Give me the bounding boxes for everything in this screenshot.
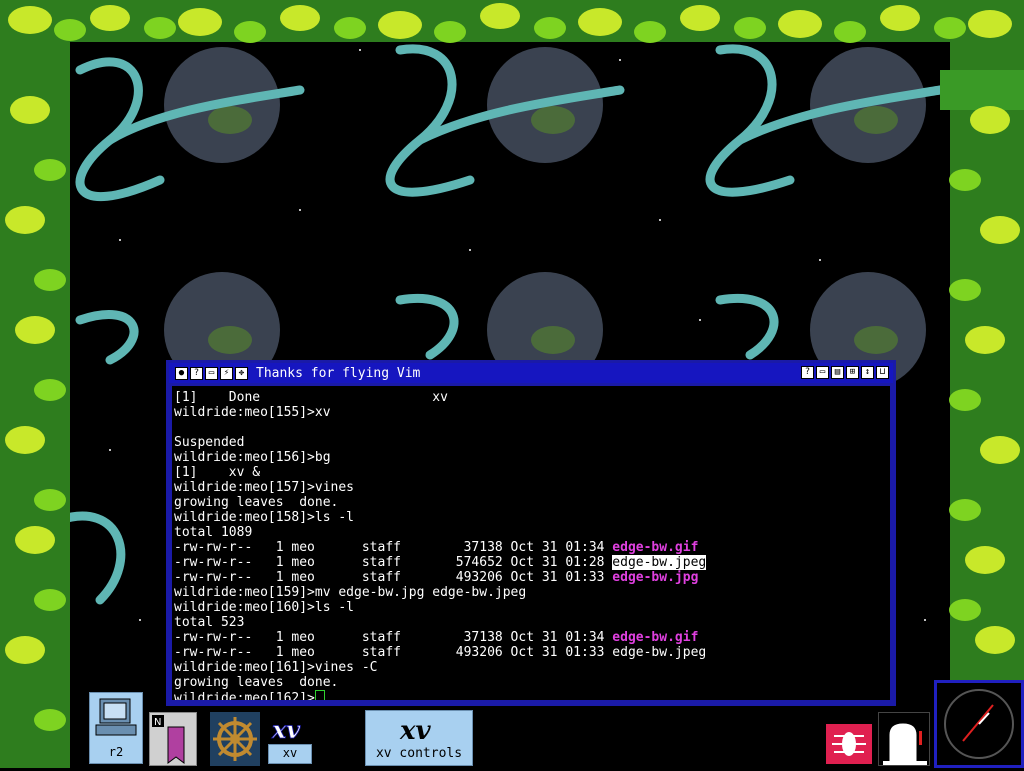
line-text: wildride:meo[155]>xv xyxy=(174,405,331,420)
xv-logo-icon: xv xyxy=(271,715,302,745)
desktop[interactable]: ● ? ▭ ⚡ ✥ Thanks for flying Vim ? ▭ ▤ ⊞ … xyxy=(0,0,1024,768)
xv-icon[interactable]: xv xv xyxy=(266,712,314,766)
computer-icon xyxy=(95,698,137,736)
notes-icon[interactable]: N xyxy=(149,712,197,766)
file-name[interactable]: edge-bw.jpeg xyxy=(612,555,707,570)
titlebar-left-buttons: ● ? ▭ ⚡ ✥ xyxy=(173,366,248,380)
compass-clock-icon[interactable] xyxy=(934,680,1024,768)
terminal-line: -rw-rw-r-- 1 meo staff 37138 Oct 31 01:3… xyxy=(174,630,890,645)
xv-controls-icon[interactable]: xv xv controls xyxy=(365,710,473,766)
bookmark-icon: N xyxy=(152,715,185,764)
terminal-line: -rw-rw-r-- 1 meo staff 574652 Oct 31 01:… xyxy=(174,555,890,570)
terminal-line: wildride:meo[160]>ls -l xyxy=(174,600,890,615)
terminal-line: wildride:meo[156]>bg xyxy=(174,450,890,465)
terminal-line: growing leaves done. xyxy=(174,495,890,510)
xv-controls-label: xv controls xyxy=(375,746,463,761)
terminal-line: wildride:meo[158]>ls -l xyxy=(174,510,890,525)
help-button[interactable]: ? xyxy=(190,366,203,380)
zap-button[interactable]: ⚡ xyxy=(220,366,233,380)
terminal-line: Suspended xyxy=(174,435,890,450)
r2-label: r2 xyxy=(108,745,124,759)
wheel-graphic xyxy=(213,717,257,761)
file-name[interactable]: edge-bw.gif xyxy=(612,540,698,555)
terminal-line: [1] Done xv xyxy=(174,390,890,405)
xv-controls-logo-icon: xv xyxy=(399,716,432,746)
line-text: wildride:meo[158]>ls -l xyxy=(174,510,355,525)
line-text: growing leaves done. xyxy=(174,495,339,510)
file-name[interactable]: edge-bw.jpeg xyxy=(612,645,706,660)
line-text: wildride:meo[159]>mv edge-bw.jpg edge-bw… xyxy=(174,585,527,600)
line-text: total 1089 xyxy=(174,525,253,540)
terminal-line: wildride:meo[161]>vines -C xyxy=(174,660,890,675)
help-right-button[interactable]: ? xyxy=(801,366,814,379)
line-text: wildride:meo[162]> xyxy=(174,691,315,700)
terminal-output[interactable]: [1] Done xv wildride:meo[155]>xv Suspended… xyxy=(172,386,890,700)
terminal-line: growing leaves done. xyxy=(174,675,890,690)
iconify-right-button[interactable]: ▭ xyxy=(816,366,829,379)
bug-icon[interactable] xyxy=(826,724,872,764)
line-text: wildride:meo[161]>vines -C xyxy=(174,660,378,675)
xv-logo-text: xv xyxy=(271,715,301,744)
notes-letter: N xyxy=(154,717,161,728)
terminal-line: wildride:meo[155]>xv xyxy=(174,405,890,420)
line-text: -rw-rw-r-- 1 meo staff 574652 Oct 31 01:… xyxy=(174,555,613,570)
zoom-button[interactable]: ⊞ xyxy=(846,366,859,379)
terminal-window[interactable]: ● ? ▭ ⚡ ✥ Thanks for flying Vim ? ▭ ▤ ⊞ … xyxy=(166,360,896,706)
titlebar-right-buttons: ? ▭ ▤ ⊞ ↕ ⊔ xyxy=(799,366,889,379)
xv-controls-logo-text: xv xyxy=(399,716,432,745)
maximize-button[interactable]: ⊔ xyxy=(876,366,889,379)
line-text: -rw-rw-r-- 1 meo staff 37138 Oct 31 01:3… xyxy=(174,630,613,645)
window-titlebar[interactable]: ● ? ▭ ⚡ ✥ Thanks for flying Vim ? ▭ ▤ ⊞ … xyxy=(169,363,893,383)
terminal-line: total 523 xyxy=(174,615,890,630)
insect-graphic xyxy=(832,732,866,756)
terminal-line: [1] xv & xyxy=(174,465,890,480)
clock-face xyxy=(944,689,1014,759)
xv-label: xv xyxy=(268,744,312,764)
terminal-line: total 1089 xyxy=(174,525,890,540)
terminal-line: wildride:meo[157]>vines xyxy=(174,480,890,495)
mail-graphic xyxy=(883,722,927,765)
line-text: -rw-rw-r-- 1 meo staff 493206 Oct 31 01:… xyxy=(174,645,613,660)
window-title: Thanks for flying Vim xyxy=(256,365,421,381)
line-text: [1] Done xv xyxy=(174,390,448,405)
shade-button[interactable]: ▤ xyxy=(831,366,844,379)
text-cursor xyxy=(314,690,325,700)
line-text: wildride:meo[156]>bg xyxy=(174,450,331,465)
terminal-line: -rw-rw-r-- 1 meo staff 493206 Oct 31 01:… xyxy=(174,570,890,585)
line-text: -rw-rw-r-- 1 meo staff 37138 Oct 31 01:3… xyxy=(174,540,613,555)
line-text: -rw-rw-r-- 1 meo staff 493206 Oct 31 01:… xyxy=(174,570,613,585)
ship-wheel-icon[interactable] xyxy=(210,712,260,766)
file-name[interactable]: edge-bw.gif xyxy=(612,630,698,645)
window-menu-button[interactable]: ● xyxy=(175,366,188,380)
r2-computer-icon[interactable]: r2 xyxy=(89,692,143,764)
terminal-line: -rw-rw-r-- 1 meo staff 493206 Oct 31 01:… xyxy=(174,645,890,660)
line-text: Suspended xyxy=(174,435,245,450)
terminal-line: -rw-rw-r-- 1 meo staff 37138 Oct 31 01:3… xyxy=(174,540,890,555)
file-name[interactable]: edge-bw.jpg xyxy=(612,570,698,585)
iconify-button[interactable]: ▭ xyxy=(205,366,218,380)
raise-button[interactable]: ↕ xyxy=(861,366,874,379)
terminal-line: wildride:meo[159]>mv edge-bw.jpg edge-bw… xyxy=(174,585,890,600)
line-text: [1] xv & xyxy=(174,465,261,480)
terminal-line: wildride:meo[162]> xyxy=(174,690,890,700)
line-text: wildride:meo[157]>vines xyxy=(174,480,355,495)
line-text: growing leaves done. xyxy=(174,675,339,690)
line-text: wildride:meo[160]>ls -l xyxy=(174,600,355,615)
line-text: total 523 xyxy=(174,615,245,630)
mailbox-icon[interactable] xyxy=(878,712,930,766)
sticky-button[interactable]: ✥ xyxy=(235,366,248,380)
